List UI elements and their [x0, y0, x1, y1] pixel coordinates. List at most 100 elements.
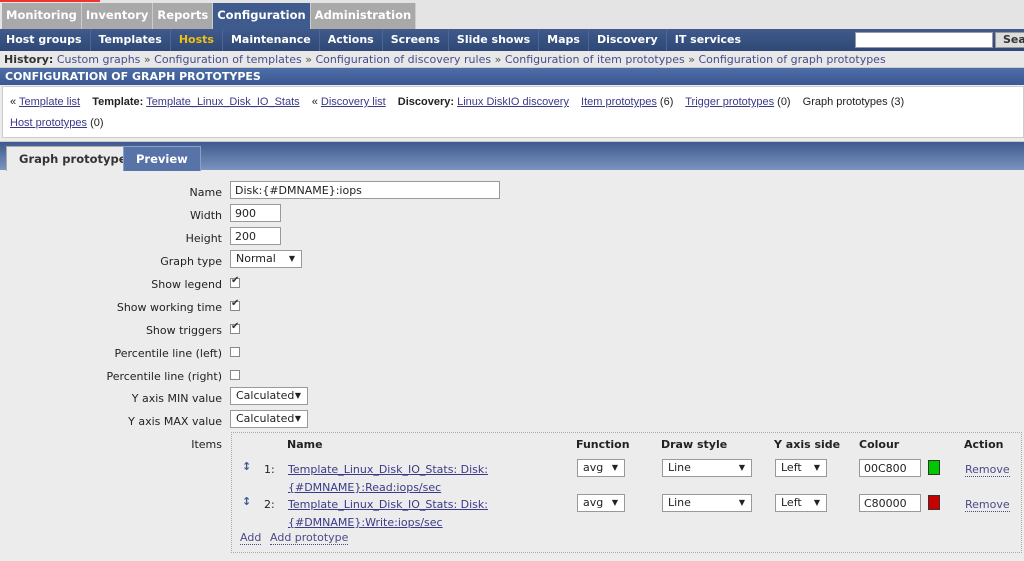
percentile-right-label: Percentile line (right) — [106, 370, 222, 383]
template-label: Template: — [92, 96, 144, 108]
col-function: Function — [576, 438, 630, 451]
items-label: Items — [191, 438, 222, 451]
nav-templates[interactable]: Templates — [91, 29, 171, 51]
sub-menu: Host groups Templates Hosts Maintenance … — [0, 29, 1024, 51]
percentile-right-checkbox[interactable] — [230, 370, 240, 380]
remove-button[interactable]: Remove — [965, 463, 1010, 477]
table-row: ↕ 2: Template_Linux_Disk_IO_Stats: Disk:… — [232, 492, 1021, 532]
item-name-link[interactable]: {#DMNAME}:Write:iops/sec — [288, 516, 443, 529]
item-count: (6) — [659, 96, 674, 108]
nav-hosts[interactable]: Hosts — [171, 29, 223, 51]
menu-monitoring[interactable]: Monitoring — [2, 3, 82, 29]
drag-handle-icon[interactable]: ↕ — [242, 495, 251, 508]
discovery-link[interactable]: Linux DiskIO discovery — [457, 96, 569, 108]
ymin-label: Y axis MIN value — [131, 392, 222, 405]
navigation-links-row: « Template list Template: Template_Linux… — [10, 96, 905, 108]
nav-maps[interactable]: Maps — [539, 29, 589, 51]
item-name-link[interactable]: Template_Linux_Disk_IO_Stats: Disk: — [288, 498, 488, 511]
host-count: (0) — [90, 117, 104, 129]
width-input[interactable] — [230, 204, 281, 222]
history-link[interactable]: Configuration of discovery rules — [315, 53, 491, 66]
function-select[interactable]: avg — [577, 459, 625, 477]
top-bar: Monitoring Inventory Reports Configurati… — [0, 0, 1024, 29]
name-input[interactable] — [230, 181, 500, 199]
add-prototype-button[interactable]: Add prototype — [270, 531, 349, 545]
graph-type-label: Graph type — [160, 255, 222, 268]
draw-style-select[interactable]: Line — [662, 494, 752, 512]
items-table: Name Function Draw style Y axis side Col… — [231, 432, 1022, 553]
show-legend-label: Show legend — [151, 278, 222, 291]
colour-input[interactable] — [859, 459, 921, 477]
percentile-left-checkbox[interactable] — [230, 347, 240, 357]
drag-handle-icon[interactable]: ↕ — [242, 460, 251, 473]
form-tabs: Graph prototype Preview — [0, 141, 1024, 171]
discovery-list-link[interactable]: Discovery list — [321, 96, 386, 108]
history-link[interactable]: Configuration of templates — [154, 53, 302, 66]
col-y-axis-side: Y axis side — [774, 438, 841, 451]
draw-style-select[interactable]: Line — [662, 459, 752, 477]
nav-actions[interactable]: Actions — [320, 29, 383, 51]
col-draw-style: Draw style — [661, 438, 728, 451]
tab-graph-prototype[interactable]: Graph prototype — [6, 146, 140, 171]
percentile-left-label: Percentile line (left) — [114, 347, 222, 360]
remove-button[interactable]: Remove — [965, 498, 1010, 512]
item-number: 1: — [264, 463, 275, 476]
nav-it-services[interactable]: IT services — [667, 29, 749, 51]
table-row: ↕ 1: Template_Linux_Disk_IO_Stats: Disk:… — [232, 457, 1021, 497]
menu-reports[interactable]: Reports — [153, 3, 214, 29]
colour-swatch[interactable] — [928, 460, 940, 475]
menu-configuration[interactable]: Configuration — [213, 3, 311, 29]
tab-preview[interactable]: Preview — [123, 146, 201, 171]
navigation-links-row: Host prototypes (0) — [10, 114, 104, 132]
search-input[interactable] — [855, 32, 993, 48]
trigger-prototypes-link[interactable]: Trigger prototypes — [685, 96, 774, 108]
colour-swatch[interactable] — [928, 495, 940, 510]
discovery-label: Discovery: — [397, 96, 455, 108]
history-breadcrumb: History: Custom graphs » Configuration o… — [0, 51, 1024, 68]
nav-maintenance[interactable]: Maintenance — [223, 29, 320, 51]
menu-administration[interactable]: Administration — [310, 3, 417, 29]
main-menu: Monitoring Inventory Reports Configurati… — [2, 3, 417, 29]
colour-input[interactable] — [859, 494, 921, 512]
show-working-time-checkbox[interactable] — [230, 298, 240, 311]
height-label: Height — [185, 232, 222, 245]
navigation-links: « Template list Template: Template_Linux… — [2, 86, 1024, 138]
ymax-select[interactable]: Calculated — [230, 410, 308, 428]
nav-discovery[interactable]: Discovery — [589, 29, 667, 51]
y-axis-select[interactable]: Left — [775, 494, 827, 512]
height-input[interactable] — [230, 227, 281, 245]
history-link[interactable]: Configuration of graph prototypes — [698, 53, 885, 66]
col-name: Name — [287, 438, 323, 451]
y-axis-select[interactable]: Left — [775, 459, 827, 477]
add-item-button[interactable]: Add — [240, 531, 262, 545]
history-link[interactable]: Configuration of item prototypes — [505, 53, 685, 66]
name-label: Name — [189, 186, 222, 199]
accent-line — [0, 0, 100, 2]
item-number: 2: — [264, 498, 275, 511]
graph-type-select[interactable]: Normal — [230, 250, 302, 268]
show-legend-checkbox[interactable] — [230, 275, 240, 288]
search-button[interactable]: Search — [995, 32, 1024, 48]
show-triggers-label: Show triggers — [145, 324, 222, 337]
nav-slide-shows[interactable]: Slide shows — [449, 29, 540, 51]
template-link[interactable]: Template_Linux_Disk_IO_Stats — [146, 96, 299, 108]
nav-screens[interactable]: Screens — [383, 29, 449, 51]
menu-inventory[interactable]: Inventory — [81, 3, 154, 29]
history-link[interactable]: Custom graphs — [57, 53, 141, 66]
page-title: CONFIGURATION OF GRAPH PROTOTYPES — [0, 68, 1024, 85]
show-working-time-label: Show working time — [116, 301, 222, 314]
template-list-link[interactable]: Template list — [19, 96, 80, 108]
show-triggers-checkbox[interactable] — [230, 321, 240, 334]
col-colour: Colour — [859, 438, 900, 451]
function-select[interactable]: avg — [577, 494, 625, 512]
item-prototypes-link[interactable]: Item prototypes — [581, 96, 657, 108]
item-name-link[interactable]: Template_Linux_Disk_IO_Stats: Disk: — [288, 463, 488, 476]
ymin-select[interactable]: Calculated — [230, 387, 308, 405]
ymax-label: Y axis MAX value — [128, 415, 222, 428]
host-prototypes-link[interactable]: Host prototypes — [10, 117, 87, 129]
trigger-count: (0) — [777, 96, 791, 108]
col-action: Action — [964, 438, 1004, 451]
graph-prototypes-current: Graph prototypes (3) — [802, 96, 905, 108]
width-label: Width — [190, 209, 222, 222]
nav-host-groups[interactable]: Host groups — [0, 29, 91, 51]
